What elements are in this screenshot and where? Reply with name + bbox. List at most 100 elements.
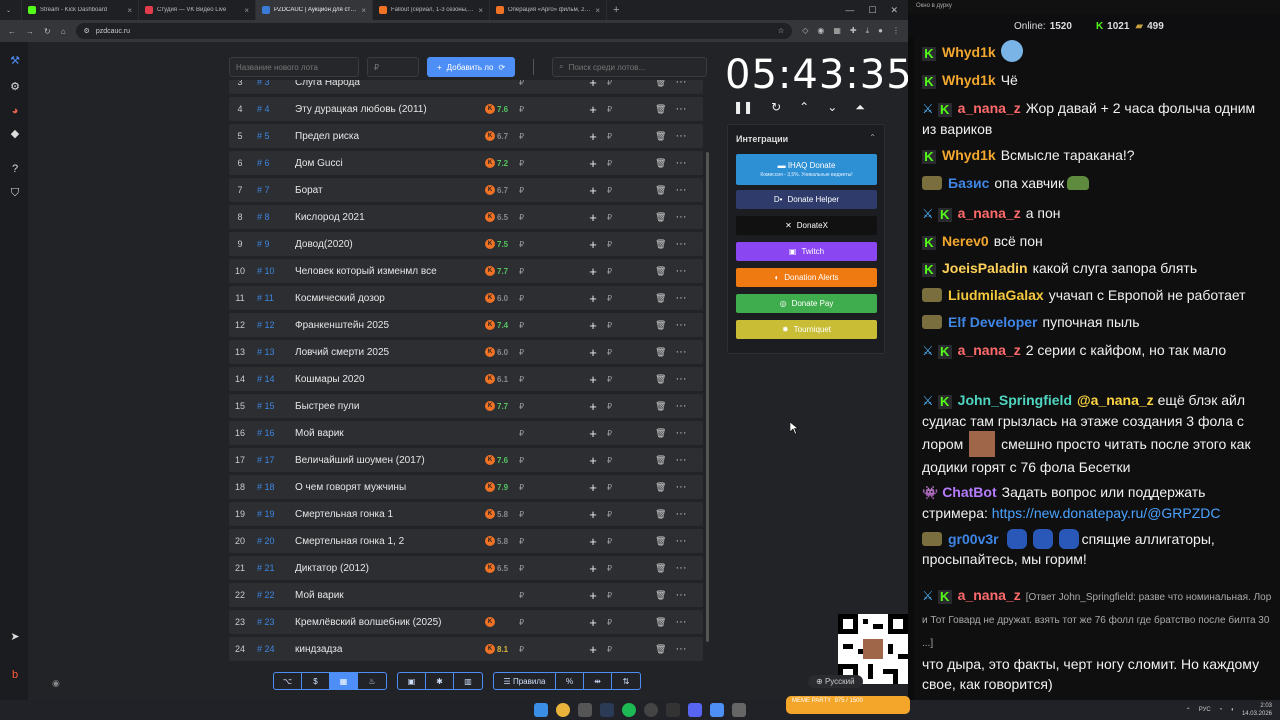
app-icon[interactable] [666,703,680,717]
kinopoisk-rating[interactable]: K 6.5 [485,563,517,573]
kinopoisk-rating[interactable]: K 7.6 [485,104,517,114]
lot-row[interactable]: 14 # 14 Кошмары 2020 K 6.1 ₽ + ₽ 🗑 ··· [229,367,703,391]
more-icon[interactable]: ··· [671,508,691,520]
obs-icon[interactable] [644,703,658,717]
lot-add-input[interactable]: ₽ [603,483,655,492]
trash-icon[interactable]: 🗑 [655,239,671,250]
lot-amount[interactable]: ₽ [517,375,583,384]
kinopoisk-rating[interactable]: K 7.5 [485,239,517,249]
discord-icon[interactable] [688,703,702,717]
increase-icon[interactable]: ⌃ [799,100,809,115]
lot-list-scrollbar[interactable] [706,152,709,642]
lot-add-input[interactable]: ₽ [603,294,655,303]
lot-add-input[interactable]: ₽ [603,375,655,384]
lot-amount[interactable]: ₽ [517,132,583,141]
lot-amount[interactable]: ₽ [517,159,583,168]
kinopoisk-rating[interactable]: K 7.4 [485,320,517,330]
hammer-icon[interactable]: ⚒ [8,54,22,68]
lot-add-input[interactable]: ₽ [603,240,655,249]
add-amount-button[interactable]: + [583,642,603,657]
trash-icon[interactable]: 🗑 [655,320,671,331]
more-icon[interactable]: ··· [671,265,691,277]
lot-add-input[interactable]: ₽ [603,159,655,168]
kinopoisk-rating[interactable]: K 6.1 [485,374,517,384]
more-icon[interactable]: ··· [671,400,691,412]
more-icon[interactable]: ··· [671,346,691,358]
lot-row[interactable]: 9 # 9 Довод(2020) K 7.5 ₽ + ₽ 🗑 ··· [229,232,703,256]
menu-dots-icon[interactable]: ⋮ [892,26,900,36]
boosty-icon[interactable]: b [8,668,22,682]
lot-add-input[interactable]: ₽ [603,456,655,465]
more-icon[interactable]: ··· [671,373,691,385]
more-icon[interactable]: ··· [671,643,691,655]
more-icon[interactable]: ··· [671,292,691,304]
app-icon[interactable] [732,703,746,717]
more-icon[interactable]: ··· [671,589,691,601]
trash-icon[interactable]: 🗑 [655,293,671,304]
lot-name[interactable]: Ловчий смерти 2025 [295,347,485,358]
browser-tab-active[interactable]: PZDCAUC | Аукцион для стримеров × [256,0,373,20]
lot-row[interactable]: 20 # 20 Смертельная гонка 1, 2 K 5.8 ₽ + ₽ 🗑 ··· [229,529,703,553]
chat-mention[interactable]: @a_nana_z [1077,392,1154,408]
more-icon[interactable]: ··· [671,481,691,493]
trash-icon[interactable]: 🗑 [655,563,671,574]
profile-icon[interactable]: ● [878,26,883,36]
lot-add-input[interactable]: ₽ [603,105,655,114]
add-amount-button[interactable]: + [583,399,603,414]
lot-row[interactable]: 19 # 19 Смертельная гонка 1 K 5.8 ₽ + ₽ 🗑 ··· [229,502,703,526]
trash-icon[interactable]: 🗑 [655,185,671,196]
lot-add-input[interactable]: ₽ [603,213,655,222]
lot-add-input[interactable]: ₽ [603,80,655,87]
lot-id-link[interactable]: # 13 [251,347,295,357]
trash-icon[interactable]: 🗑 [655,347,671,358]
kinopoisk-rating[interactable]: K 7.9 [485,482,517,492]
lot-row[interactable]: 6 # 6 Дом Gucci K 7.2 ₽ + ₽ 🗑 ··· [229,151,703,175]
reload-icon[interactable]: ↻ [44,27,51,36]
trash-icon[interactable]: 🗑 [655,617,671,628]
lot-name[interactable]: Мой варик [295,590,485,601]
trash-icon[interactable]: 🗑 [655,428,671,439]
eye-icon[interactable]: ◉ [52,678,60,689]
add-amount-button[interactable]: + [583,615,603,630]
extension-icon[interactable]: ▦ [833,26,841,36]
lot-add-input[interactable]: ₽ [603,267,655,276]
lot-id-link[interactable]: # 20 [251,536,295,546]
kinopoisk-rating[interactable]: K 6.7 [485,185,517,195]
lot-id-link[interactable]: # 11 [251,293,295,303]
chat-username[interactable]: gr00v3r [948,531,999,547]
integration-button[interactable]: ◎ Donate Pay [736,294,877,313]
add-amount-button[interactable]: + [583,507,603,522]
chat-username[interactable]: Whyd1k [942,147,996,163]
kinopoisk-rating[interactable]: K 6.7 [485,131,517,141]
more-icon[interactable]: ··· [671,184,691,196]
trash-icon[interactable]: 🗑 [655,80,671,88]
add-amount-button[interactable]: + [583,372,603,387]
lot-name[interactable]: Человек который изменмл все [295,266,485,277]
chevron-up-icon[interactable]: ⌃ [869,133,876,142]
back-icon[interactable]: ← [8,27,16,36]
lot-name[interactable]: Довод(2020) [295,239,485,250]
lot-id-link[interactable]: # 14 [251,374,295,384]
lot-id-link[interactable]: # 8 [251,212,295,222]
kinopoisk-rating[interactable]: K 7.6 [485,455,517,465]
trash-icon[interactable]: 🗑 [655,590,671,601]
lot-row[interactable]: 23 # 23 Кремлёвский волшебник (2025) K ₽ + ₽ 🗑 ·… [229,610,703,634]
add-amount-button[interactable]: + [583,480,603,495]
github-icon[interactable]: ⌥ [274,673,302,689]
lot-id-link[interactable]: # 3 [251,80,295,87]
lot-amount[interactable]: ₽ [517,456,583,465]
integration-button[interactable]: ✕ DonateX [736,216,877,235]
kinopoisk-rating[interactable]: K 7.7 [485,401,517,411]
trash-icon[interactable]: 🗑 [655,104,671,115]
lot-amount[interactable]: ₽ [517,186,583,195]
app-icon[interactable] [710,703,724,717]
add-amount-button[interactable]: + [583,156,603,171]
bug-icon[interactable]: ✱ [426,673,454,689]
chat-username[interactable]: Базис [948,175,989,191]
add-lot-button[interactable]: + Добавить ло ⟳ [427,57,516,77]
lot-row[interactable]: 22 # 22 Мой варик ₽ + ₽ 🗑 ··· [229,583,703,607]
lot-id-link[interactable]: # 18 [251,482,295,492]
integration-button[interactable]: ▣ Twitch [736,242,877,261]
lot-id-link[interactable]: # 23 [251,617,295,627]
ihaq-donate-button[interactable]: ▬ IHAQ Donate Комиссия - 3,5%. Уникальны… [736,154,877,185]
